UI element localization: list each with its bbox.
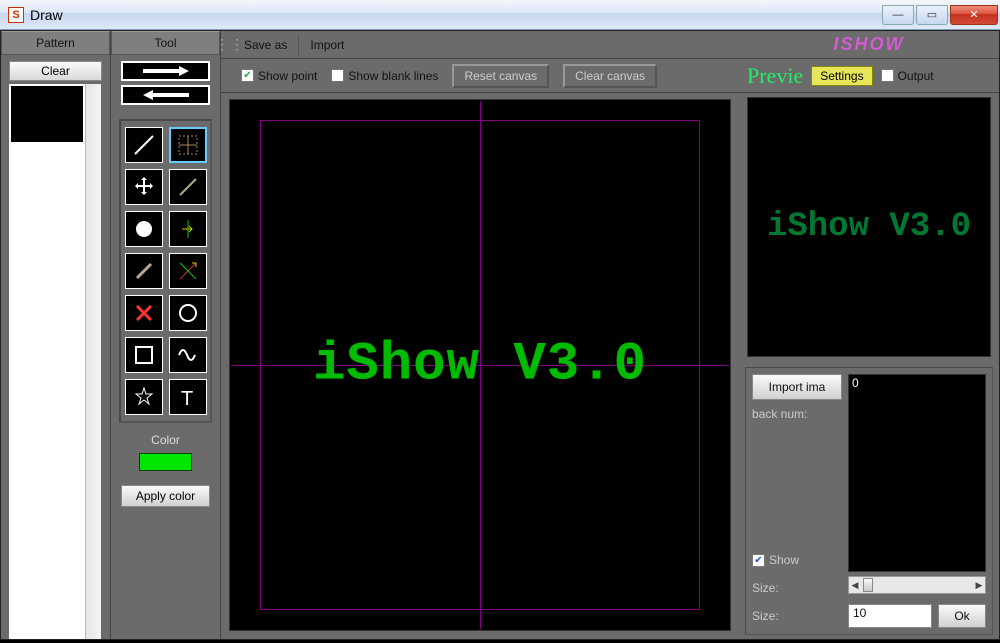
show-blank-label: Show blank lines <box>348 69 438 83</box>
toolbar-separator <box>298 35 299 55</box>
window-titlebar: S Draw — ▭ ✕ <box>0 0 1000 30</box>
maximize-button[interactable]: ▭ <box>916 5 948 25</box>
preview-label: Previe <box>747 63 803 89</box>
canvas-content-text: iShow V3.0 <box>230 335 730 396</box>
minimize-button[interactable]: — <box>882 5 914 25</box>
thumb-label: 0 <box>852 376 859 390</box>
show-label: Show <box>769 553 799 567</box>
preview-box: iShow V3.0 <box>747 97 991 357</box>
pattern-panel: Pattern Clear 0 <box>1 31 111 639</box>
apply-color-button[interactable]: Apply color <box>121 485 210 507</box>
clear-canvas-button[interactable]: Clear canvas <box>563 64 657 88</box>
canvas[interactable]: iShow V3.0 <box>229 99 731 631</box>
app-icon: S <box>8 7 24 23</box>
size-slider[interactable]: ◀ ▶ <box>848 576 986 594</box>
preview-text: iShow V3.0 <box>767 208 971 246</box>
show-blank-checkbox[interactable]: Show blank lines <box>331 69 438 83</box>
output-checkbox[interactable]: Output <box>881 69 934 83</box>
options-toolbar: ✔ Show point Show blank lines Reset canv… <box>221 59 739 93</box>
slider-right-arrow-icon[interactable]: ▶ <box>973 580 985 591</box>
tool-text[interactable]: T <box>169 379 207 415</box>
tool-diagonal-line[interactable] <box>169 169 207 205</box>
tool-line[interactable] <box>125 127 163 163</box>
slider-thumb[interactable] <box>863 578 873 592</box>
tool-panel: Tool T Color Apply color <box>111 31 221 639</box>
reset-canvas-button[interactable]: Reset canvas <box>452 64 549 88</box>
save-as-button[interactable]: Save as <box>235 34 296 56</box>
import-button[interactable]: Import <box>301 34 353 56</box>
show-point-checkbox[interactable]: ✔ Show point <box>241 69 317 83</box>
color-label: Color <box>119 433 212 447</box>
slider-left-arrow-icon[interactable]: ◀ <box>849 580 861 591</box>
tool-header: Tool <box>111 31 220 55</box>
pattern-item[interactable] <box>11 86 83 142</box>
back-num-label: back num: <box>752 404 842 424</box>
checkbox-icon: ✔ <box>241 69 254 82</box>
size-input[interactable]: 10 <box>848 604 932 628</box>
pattern-scrollbar[interactable] <box>85 84 101 639</box>
size-input-label: Size: <box>752 604 842 628</box>
tool-star[interactable] <box>125 379 163 415</box>
brand-label: ISHOW <box>739 31 999 59</box>
window-title: Draw <box>30 7 63 23</box>
pattern-list[interactable]: 0 <box>9 84 101 639</box>
show-checkbox[interactable]: ✔ Show <box>752 548 842 572</box>
output-label: Output <box>898 69 934 83</box>
ok-button[interactable]: Ok <box>938 604 986 628</box>
import-image-button[interactable]: Import ima <box>752 374 842 400</box>
next-arrow-button[interactable] <box>121 61 210 81</box>
center-panel: ⋮⋮ Save as Import ✔ Show point Show blan… <box>221 31 739 639</box>
tool-brush[interactable] <box>125 253 163 289</box>
tool-circle[interactable] <box>169 295 207 331</box>
svg-text:T: T <box>181 388 193 409</box>
settings-button[interactable]: Settings <box>811 66 872 86</box>
tool-grid-select[interactable] <box>169 127 207 163</box>
pattern-item-label: 0 <box>14 86 21 100</box>
tool-wave[interactable] <box>169 337 207 373</box>
checkbox-icon <box>881 69 894 82</box>
tool-filled-circle[interactable] <box>125 211 163 247</box>
tool-move[interactable] <box>125 169 163 205</box>
color-swatch[interactable] <box>139 453 192 471</box>
tool-cross-arrow[interactable] <box>169 253 207 289</box>
size-slider-label: Size: <box>752 576 842 600</box>
right-panel: ISHOW Previe Settings Output iShow V3.0 … <box>739 31 999 639</box>
close-button[interactable]: ✕ <box>950 5 998 25</box>
tool-grid: T <box>119 119 212 423</box>
tool-delete[interactable] <box>125 295 163 331</box>
pattern-header: Pattern <box>1 31 110 55</box>
main-toolbar: ⋮⋮ Save as Import <box>221 31 739 59</box>
toolbar-grip-icon: ⋮⋮ <box>225 34 235 56</box>
clear-pattern-button[interactable]: Clear <box>9 61 102 81</box>
tool-rectangle[interactable] <box>125 337 163 373</box>
background-thumb[interactable]: 0 <box>848 374 986 572</box>
show-point-label: Show point <box>258 69 317 83</box>
checkbox-icon: ✔ <box>752 554 765 567</box>
prev-arrow-button[interactable] <box>121 85 210 105</box>
lower-settings: Import ima 0 back num: ✔ Show Size: ◀ ▶ … <box>745 367 993 635</box>
tool-point-arrow[interactable] <box>169 211 207 247</box>
checkbox-icon <box>331 69 344 82</box>
